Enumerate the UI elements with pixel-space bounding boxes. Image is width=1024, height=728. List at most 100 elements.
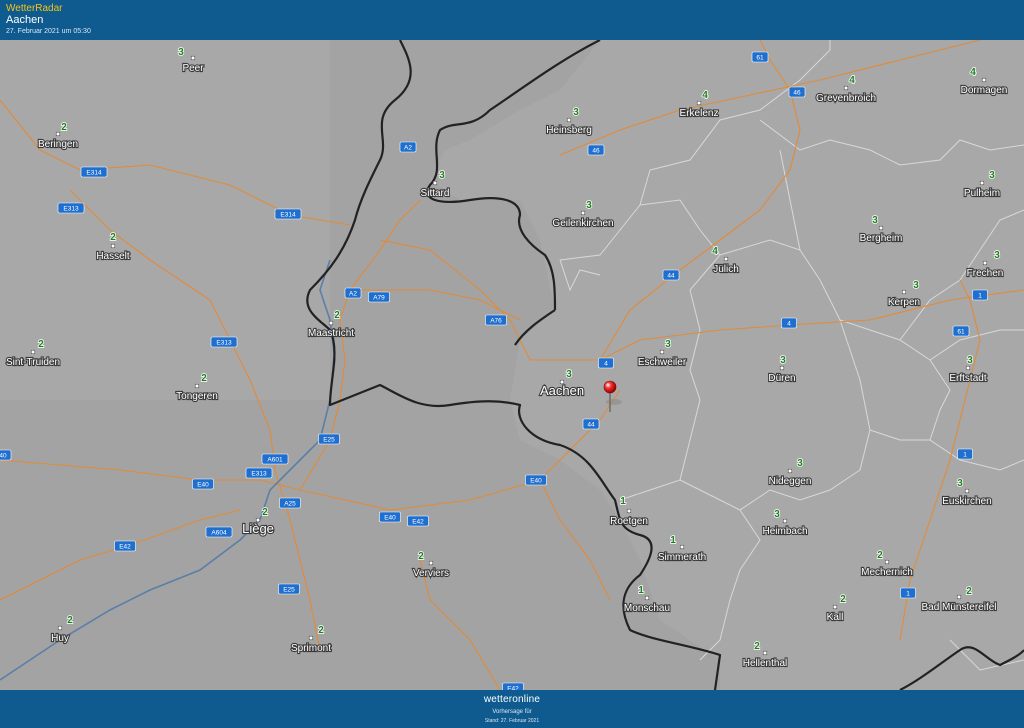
road-shield: 44 bbox=[662, 269, 680, 281]
city-dot bbox=[626, 508, 632, 514]
city-dot bbox=[190, 55, 196, 61]
city-label: Erftstadt bbox=[949, 373, 986, 384]
city-label: Simmerath bbox=[658, 552, 706, 563]
road-label: A79 bbox=[373, 294, 385, 301]
road-shield: 46 bbox=[788, 86, 806, 98]
city-label: Kall bbox=[827, 612, 844, 623]
road-label: E313 bbox=[216, 339, 232, 346]
precip-value: 3 bbox=[586, 200, 592, 211]
city-dot bbox=[308, 635, 314, 641]
road-label: E40 bbox=[384, 514, 396, 521]
road-label: A2 bbox=[404, 144, 412, 151]
road-shield: E25 bbox=[278, 583, 300, 595]
precip-value: 2 bbox=[201, 373, 207, 384]
city-dot bbox=[965, 365, 971, 371]
city-dot bbox=[782, 518, 788, 524]
city-label: Maastricht bbox=[308, 328, 354, 339]
city-dot bbox=[981, 77, 987, 83]
city-dot bbox=[956, 594, 962, 600]
forecast-availability: Vorhersage für bbox=[492, 709, 532, 715]
road-shield: 4 bbox=[781, 317, 797, 329]
city-label: Huy bbox=[51, 633, 69, 644]
road-shield: E40 bbox=[379, 511, 401, 523]
city-label: Jülich bbox=[713, 264, 739, 275]
city-label: Peer bbox=[182, 63, 204, 74]
weather-radar-map[interactable]: 614646A2E314E313E314A2A79A764444161E313A… bbox=[0, 40, 1024, 690]
precip-value: 1 bbox=[670, 535, 676, 546]
road-shield: E42 bbox=[407, 515, 429, 527]
road-label: A2 bbox=[349, 290, 357, 297]
road-shield: E314 bbox=[80, 166, 108, 178]
road-label: 1 bbox=[963, 451, 967, 458]
precip-value: 3 bbox=[780, 355, 786, 366]
road-label: A601 bbox=[267, 456, 283, 463]
road-label: 46 bbox=[592, 147, 600, 154]
city-label: Grevenbroich bbox=[816, 93, 876, 104]
city-dot bbox=[30, 349, 36, 355]
city-label: Nideggen bbox=[769, 476, 812, 487]
road-label: 61 bbox=[957, 328, 965, 335]
city-label: Erkelenz bbox=[680, 108, 719, 119]
road-label: 61 bbox=[756, 54, 764, 61]
precip-value: 3 bbox=[178, 47, 184, 58]
city-label: Heinsberg bbox=[546, 125, 592, 136]
road-shield: E25 bbox=[318, 433, 340, 445]
data-stand: Stand: 27. Februar 2021 bbox=[484, 718, 540, 724]
precip-value: 3 bbox=[967, 355, 973, 366]
city-dot bbox=[428, 560, 434, 566]
road-label: 1 bbox=[906, 590, 910, 597]
city-label: Roetgen bbox=[610, 516, 648, 527]
road-shield: 40 bbox=[0, 449, 12, 461]
city-label: Liège bbox=[242, 521, 274, 536]
road-label: 4 bbox=[787, 320, 791, 327]
road-shield: 4 bbox=[598, 357, 614, 369]
precip-value: 3 bbox=[994, 250, 1000, 261]
city-dot bbox=[580, 210, 586, 216]
city-dot bbox=[659, 349, 665, 355]
road-label: E42 bbox=[119, 543, 131, 550]
precip-value: 3 bbox=[566, 369, 572, 380]
road-shield: A76 bbox=[485, 314, 507, 326]
precip-value: 2 bbox=[110, 232, 116, 243]
road-label: E25 bbox=[323, 436, 335, 443]
road-shield: 1 bbox=[957, 448, 973, 460]
brand-logo[interactable]: wetteronline bbox=[0, 694, 1024, 705]
road-label: 40 bbox=[0, 452, 7, 459]
precip-value: 4 bbox=[970, 67, 976, 78]
city-label: Heimbach bbox=[762, 526, 807, 537]
city-dot bbox=[110, 243, 116, 249]
road-shield: E314 bbox=[274, 208, 302, 220]
city-label: Verviers bbox=[413, 568, 449, 579]
road-shield: 61 bbox=[751, 51, 769, 63]
city-label: Sint-Truiden bbox=[6, 357, 60, 368]
road-shield: 46 bbox=[587, 144, 605, 156]
precip-value: 3 bbox=[797, 458, 803, 469]
road-label: E25 bbox=[283, 586, 295, 593]
precip-value: 2 bbox=[754, 641, 760, 652]
road-label: E313 bbox=[251, 470, 267, 477]
precip-value: 3 bbox=[573, 107, 579, 118]
city-dot bbox=[696, 100, 702, 106]
road-label: E314 bbox=[86, 169, 102, 176]
road-shield: 1 bbox=[900, 587, 916, 599]
road-shield: 44 bbox=[582, 418, 600, 430]
road-label: 44 bbox=[587, 421, 595, 428]
road-shield: E40 bbox=[192, 478, 214, 490]
road-shield: A2 bbox=[399, 141, 417, 153]
precip-value: 2 bbox=[966, 586, 972, 597]
road-shield: 61 bbox=[952, 325, 970, 337]
city-label: Aachen bbox=[540, 383, 584, 398]
city-label: Geilenkirchen bbox=[552, 218, 613, 229]
precip-value: 2 bbox=[61, 122, 67, 133]
road-label: 1 bbox=[978, 292, 982, 299]
precip-value: 1 bbox=[620, 496, 626, 507]
city-dot bbox=[979, 180, 985, 186]
city-label: Monschau bbox=[624, 603, 670, 614]
city-dot bbox=[644, 595, 650, 601]
city-label: Kerpen bbox=[888, 297, 920, 308]
precip-value: 2 bbox=[840, 594, 846, 605]
app-brand: WetterRadar bbox=[6, 3, 63, 14]
precip-value: 3 bbox=[913, 280, 919, 291]
precip-value: 2 bbox=[38, 339, 44, 350]
road-shield: A25 bbox=[279, 497, 301, 509]
